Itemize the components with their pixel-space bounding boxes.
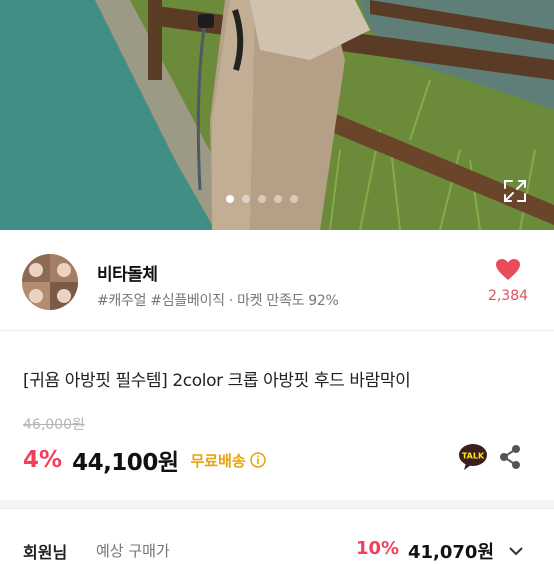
share-icon[interactable]	[498, 444, 522, 470]
svg-text:TALK: TALK	[462, 452, 485, 461]
carousel-dot[interactable]	[258, 195, 266, 203]
carousel-dot[interactable]	[290, 195, 298, 203]
info-icon[interactable]	[249, 452, 266, 468]
member-price-row[interactable]: 회원님 예상 구매가 10% 41,070원	[0, 508, 554, 563]
heart-icon	[496, 259, 520, 280]
like-count: 2,384	[487, 288, 529, 304]
like-button[interactable]: 2,384	[482, 258, 534, 304]
member-price: 41,070원	[408, 542, 495, 563]
product-image-carousel[interactable]	[0, 0, 554, 230]
shipping-badge: 무료배송	[190, 451, 246, 470]
carousel-dot[interactable]	[274, 195, 282, 203]
avatar-photo	[22, 254, 78, 310]
section-divider	[0, 500, 554, 508]
seller-name[interactable]: 비타돌체	[97, 260, 158, 285]
expand-icon[interactable]	[502, 178, 528, 204]
carousel-dot[interactable]	[242, 195, 250, 203]
member-sublabel: 예상 구매가	[96, 542, 170, 560]
member-discount: 10%	[356, 538, 400, 559]
sale-price: 44,100원	[72, 450, 179, 476]
product-title: [귀욤 아방핏 필수템] 2color 크롭 아방핏 후드 바람막이	[23, 371, 411, 391]
carousel-indicator	[226, 195, 298, 203]
price-row: 4% 44,100원 무료배송	[23, 443, 266, 477]
kakaotalk-icon[interactable]: TALK	[458, 443, 488, 471]
seller-avatar[interactable]	[22, 254, 78, 310]
member-label: 회원님	[23, 543, 68, 562]
seller-tags: #캐주얼 #심플베이직 · 마켓 만족도 92%	[97, 293, 339, 309]
original-price: 46,000원	[23, 417, 85, 433]
seller-section: 비타돌체 #캐주얼 #심플베이직 · 마켓 만족도 92% 2,384	[0, 230, 554, 331]
carousel-dot[interactable]	[226, 195, 234, 203]
discount-rate: 4%	[23, 447, 63, 473]
chevron-down-icon[interactable]	[508, 545, 524, 557]
